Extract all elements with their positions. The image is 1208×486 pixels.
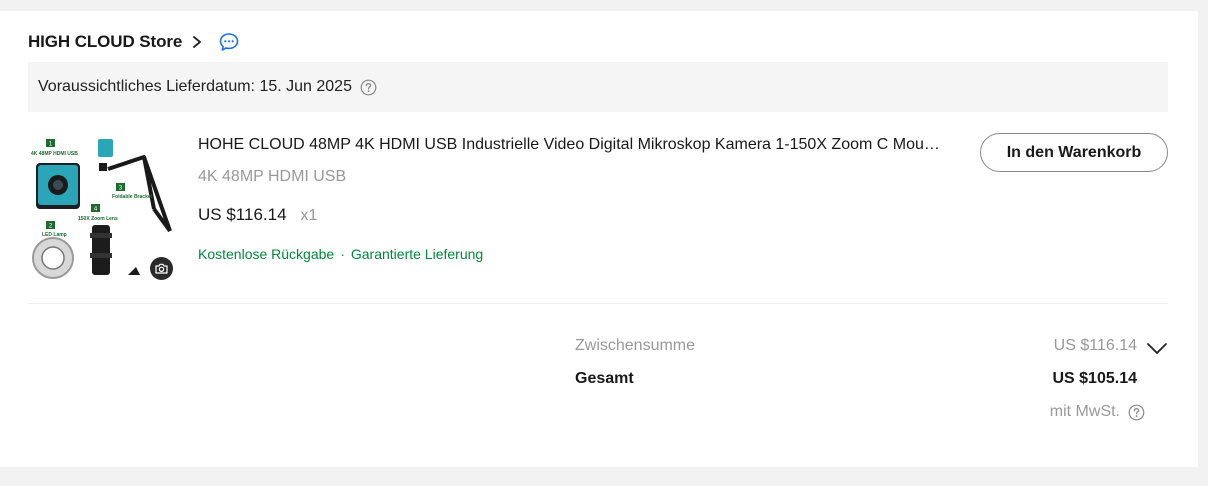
total-label: Gesamt — [575, 370, 634, 387]
chat-icon[interactable] — [218, 31, 240, 53]
product-title-link[interactable]: HOHE CLOUD 48MP 4K HDMI USB Industrielle… — [198, 136, 943, 154]
chevron-down-icon[interactable] — [1146, 338, 1168, 358]
total-value: US $105.14 — [1052, 370, 1137, 387]
image-search-button[interactable] — [150, 257, 173, 280]
service-perks: Kostenlose Rückgabe · Garantierte Liefer… — [198, 246, 483, 262]
tax-note-row: mit MwSt. — [1050, 403, 1145, 421]
store-name-link[interactable]: HIGH CLOUD Store — [28, 32, 182, 52]
perk-guaranteed-delivery: Garantierte Lieferung — [350, 246, 484, 262]
subtotal-label: Zwischensumme — [575, 337, 696, 354]
product-variant: 4K 48MP HDMI USB — [198, 168, 347, 185]
store-header: HIGH CLOUD Store — [28, 30, 240, 54]
delivery-date-text: Voraussichtliches Lieferdatum: 15. Jun 2… — [38, 78, 352, 95]
product-quantity: x1 — [300, 207, 318, 224]
help-icon[interactable] — [360, 79, 377, 96]
svg-text:4K 48MP HDMI USB: 4K 48MP HDMI USB — [31, 151, 78, 157]
subtotal-value: US $116.14 — [1053, 337, 1137, 354]
svg-text:Foldable Bracket: Foldable Bracket — [112, 194, 153, 200]
perk-free-return: Kostenlose Rückgabe — [198, 246, 335, 262]
tax-note: mit MwSt. — [1049, 403, 1120, 420]
divider — [28, 303, 1168, 304]
product-price: US $116.14 — [198, 205, 287, 224]
product-image[interactable]: 1 4K 48MP HDMI USB 2 LED Lamp 3 Foldable… — [28, 135, 174, 281]
add-to-cart-button[interactable]: In den Warenkorb — [980, 133, 1168, 172]
perk-separator: · — [340, 246, 345, 262]
delivery-estimate-bar: Voraussichtliches Lieferdatum: 15. Jun 2… — [28, 62, 1168, 112]
chevron-right-icon[interactable] — [190, 35, 204, 49]
camera-icon — [155, 263, 168, 274]
help-icon[interactable] — [1128, 404, 1145, 421]
price-row: US $116.14 x1 — [198, 205, 317, 225]
svg-text:150X Zoom Lens: 150X Zoom Lens — [78, 216, 118, 222]
